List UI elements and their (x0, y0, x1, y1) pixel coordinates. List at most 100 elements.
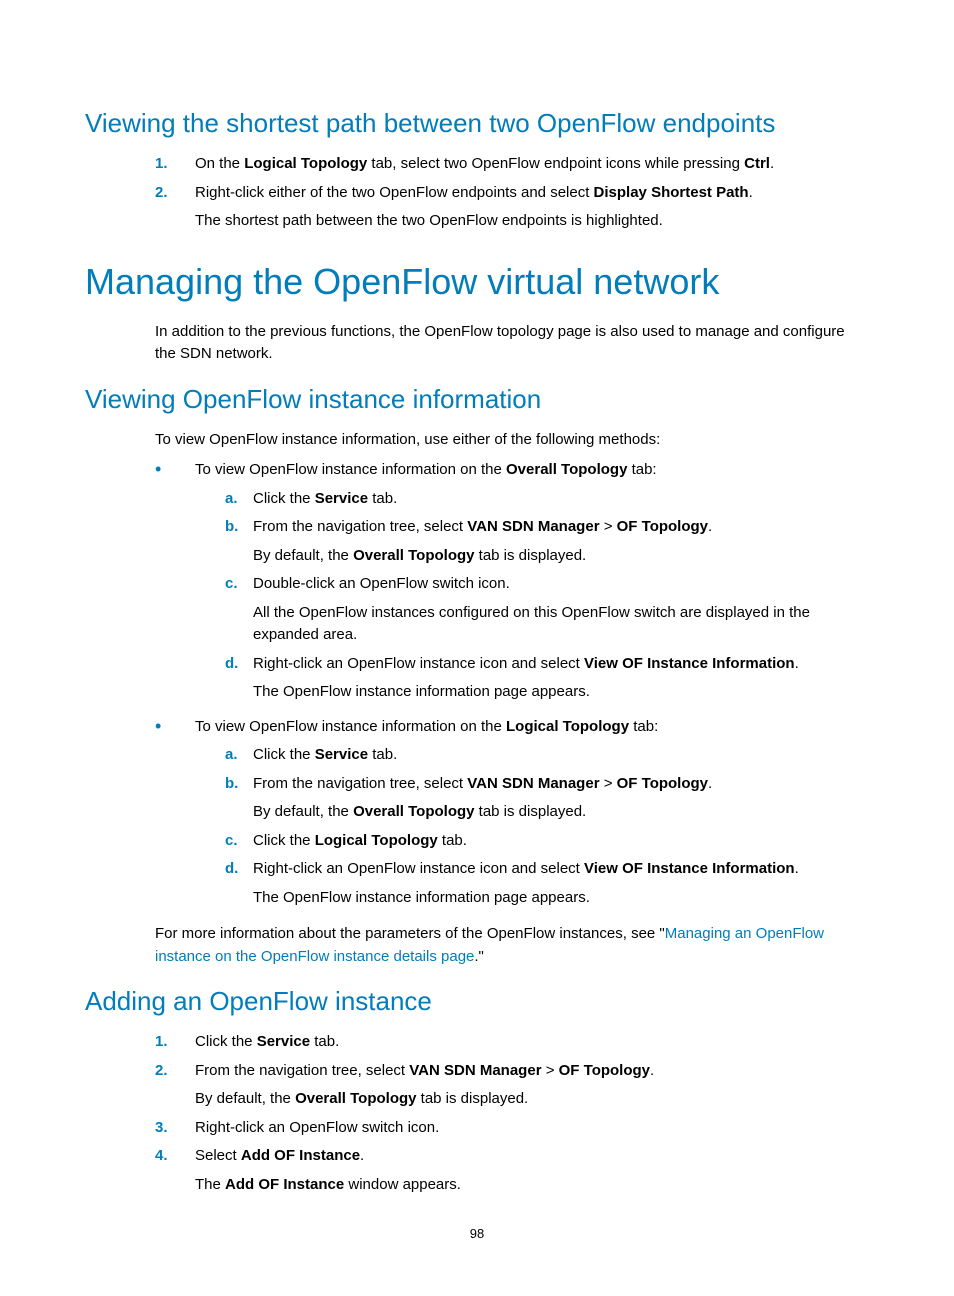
step-text: Right-click an OpenFlow instance icon an… (253, 858, 869, 909)
text: Right-click either of the two OpenFlow e… (195, 184, 594, 201)
text: By default, the (253, 547, 353, 564)
text: By default, the (195, 1090, 295, 1107)
list-item: 2. Right-click either of the two OpenFlo… (155, 182, 869, 233)
list-item: 4.Select Add OF Instance.The Add OF Inst… (155, 1145, 869, 1196)
text: > (542, 1062, 559, 1079)
list-item: 3.Right-click an OpenFlow switch icon. (155, 1117, 869, 1140)
text: . (708, 518, 712, 535)
substep-text: The Add OF Instance window appears. (195, 1174, 869, 1197)
substep-text: The OpenFlow instance information page a… (253, 887, 869, 910)
ordered-list: 1. On the Logical Topology tab, select t… (155, 153, 869, 233)
text: . (650, 1062, 654, 1079)
list-item: a.Click the Service tab. (225, 488, 869, 511)
bold-text: Ctrl (744, 155, 770, 172)
text: tab. (368, 746, 397, 763)
list-item: 1.Click the Service tab. (155, 1031, 869, 1054)
substep-text: The shortest path between the two OpenFl… (195, 210, 869, 233)
bullet-content: To view OpenFlow instance information on… (195, 716, 869, 916)
heading-managing-openflow: Managing the OpenFlow virtual network (85, 261, 869, 303)
paragraph: In addition to the previous functions, t… (155, 321, 869, 366)
step-letter: b. (225, 516, 253, 567)
ordered-list: 1.Click the Service tab. 2.From the navi… (155, 1031, 869, 1196)
bold-text: Add OF Instance (241, 1147, 360, 1164)
step-letter: c. (225, 830, 253, 853)
step-text: Double-click an OpenFlow switch icon.All… (253, 573, 869, 647)
list-item: 2.From the navigation tree, select VAN S… (155, 1060, 869, 1111)
list-item: d.Right-click an OpenFlow instance icon … (225, 858, 869, 909)
bold-text: Service (315, 746, 368, 763)
substep-text: By default, the Overall Topology tab is … (253, 545, 869, 568)
text: Click the (253, 832, 315, 849)
step-number: 2. (155, 182, 195, 233)
text: > (600, 775, 617, 792)
substep-text: The OpenFlow instance information page a… (253, 681, 869, 704)
bold-text: Add OF Instance (225, 1176, 344, 1193)
step-text: From the navigation tree, select VAN SDN… (253, 516, 869, 567)
bold-text: Display Shortest Path (594, 184, 749, 201)
step-text: Click the Logical Topology tab. (253, 830, 869, 853)
text: window appears. (344, 1176, 461, 1193)
step-letter: c. (225, 573, 253, 647)
step-letter: a. (225, 488, 253, 511)
paragraph: For more information about the parameter… (155, 923, 869, 968)
substep-text: By default, the Overall Topology tab is … (253, 801, 869, 824)
bold-text: OF Topology (559, 1062, 650, 1079)
step-number: 4. (155, 1145, 195, 1196)
text: . (708, 775, 712, 792)
list-item: • To view OpenFlow instance information … (155, 459, 869, 710)
bold-text: VAN SDN Manager (409, 1062, 541, 1079)
list-item: • To view OpenFlow instance information … (155, 716, 869, 916)
step-text: From the navigation tree, select VAN SDN… (195, 1060, 869, 1111)
list-item: c.Double-click an OpenFlow switch icon.A… (225, 573, 869, 647)
step-number: 2. (155, 1060, 195, 1111)
step-text: Select Add OF Instance.The Add OF Instan… (195, 1145, 869, 1196)
text: For more information about the parameter… (155, 925, 665, 942)
text: . (795, 860, 799, 877)
step-letter: b. (225, 773, 253, 824)
step-text: Click the Service tab. (195, 1031, 869, 1054)
bullet-icon: • (155, 716, 195, 916)
step-letter: a. (225, 744, 253, 767)
bullet-content: To view OpenFlow instance information on… (195, 459, 869, 710)
bold-text: Service (257, 1033, 310, 1050)
list-item: b.From the navigation tree, select VAN S… (225, 773, 869, 824)
text: tab. (438, 832, 467, 849)
bullet-icon: • (155, 459, 195, 710)
text: tab: (629, 718, 658, 735)
bold-text: Service (315, 490, 368, 507)
list-item: d.Right-click an OpenFlow instance icon … (225, 653, 869, 704)
step-number: 1. (155, 1031, 195, 1054)
bold-text: VAN SDN Manager (467, 518, 599, 535)
text: ." (474, 948, 484, 965)
text: Right-click an OpenFlow instance icon an… (253, 655, 584, 672)
bold-text: Logical Topology (315, 832, 438, 849)
bold-text: Overall Topology (506, 461, 627, 478)
step-text: On the Logical Topology tab, select two … (195, 153, 869, 176)
text: tab is displayed. (416, 1090, 528, 1107)
text: tab is displayed. (474, 803, 586, 820)
text: Click the (253, 490, 315, 507)
text: Click the (195, 1033, 257, 1050)
step-number: 1. (155, 153, 195, 176)
document-page: Viewing the shortest path between two Op… (0, 0, 954, 1281)
heading-adding-instance: Adding an OpenFlow instance (85, 986, 869, 1017)
bold-text: Overall Topology (295, 1090, 416, 1107)
text: . (795, 655, 799, 672)
text: Right-click an OpenFlow instance icon an… (253, 860, 584, 877)
text: . (749, 184, 753, 201)
paragraph: To view OpenFlow instance information, u… (155, 429, 869, 452)
text: From the navigation tree, select (253, 518, 467, 535)
list-item: c.Click the Logical Topology tab. (225, 830, 869, 853)
text: Click the (253, 746, 315, 763)
list-item: a.Click the Service tab. (225, 744, 869, 767)
text: Double-click an OpenFlow switch icon. (253, 575, 510, 592)
text: . (770, 155, 774, 172)
text: tab. (310, 1033, 339, 1050)
bold-text: OF Topology (617, 518, 708, 535)
bold-text: OF Topology (617, 775, 708, 792)
text: Select (195, 1147, 241, 1164)
bold-text: View OF Instance Information (584, 860, 795, 877)
text: To view OpenFlow instance information on… (195, 461, 506, 478)
bullet-list: • To view OpenFlow instance information … (155, 459, 869, 915)
step-letter: d. (225, 653, 253, 704)
